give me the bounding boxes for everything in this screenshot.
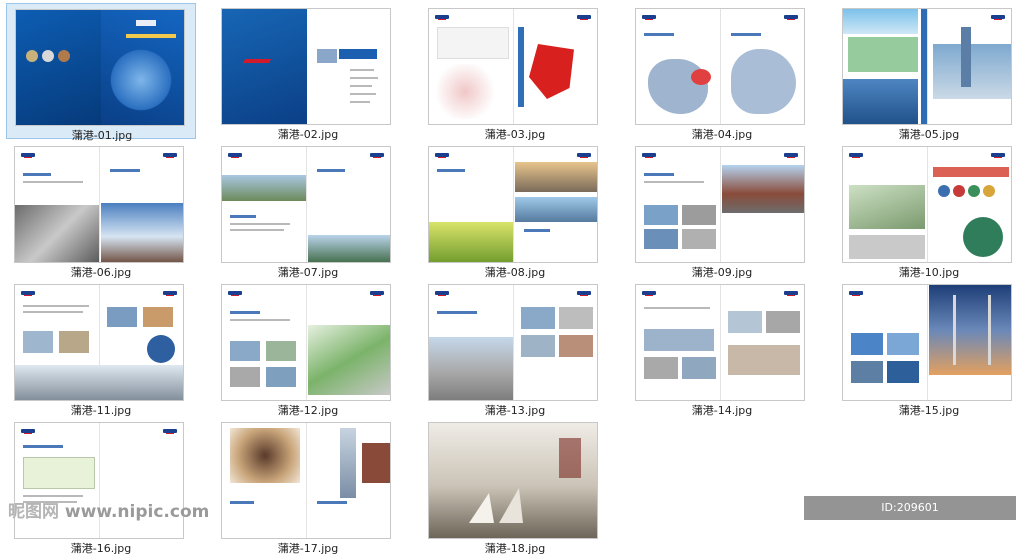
file-name-04: 蒲港-04.jpg xyxy=(691,128,753,141)
file-thumbnail-11 xyxy=(14,284,184,401)
file-thumbnail-08 xyxy=(428,146,598,263)
file-thumbnail-06 xyxy=(14,146,184,263)
file-name-13: 蒲港-13.jpg xyxy=(484,404,546,417)
file-item-10[interactable]: 蒲港-10.jpg xyxy=(834,141,1024,279)
file-name-15: 蒲港-15.jpg xyxy=(898,404,960,417)
file-thumbnail-10 xyxy=(842,146,1012,263)
file-name-11: 蒲港-11.jpg xyxy=(70,404,132,417)
file-name-17: 蒲港-17.jpg xyxy=(277,542,339,555)
file-item-02[interactable]: 蒲港-02.jpg xyxy=(213,3,403,141)
file-name-08: 蒲港-08.jpg xyxy=(484,266,546,279)
file-item-15[interactable]: 蒲港-15.jpg xyxy=(834,279,1024,417)
file-thumbnail-13 xyxy=(428,284,598,401)
file-thumbnail-01 xyxy=(15,9,185,126)
file-name-12: 蒲港-12.jpg xyxy=(277,404,339,417)
file-thumbnail-07 xyxy=(221,146,391,263)
file-name-06: 蒲港-06.jpg xyxy=(70,266,132,279)
nipic-watermark: 昵图网 www.nipic.com xyxy=(8,497,209,522)
file-item-18[interactable]: 蒲港-18.jpg xyxy=(420,417,610,555)
thumbnail-grid: 蒲港-01.jpg 蒲港-02.jpg 蒲港-03.jpg 蒲港-04.jpg … xyxy=(0,0,1024,555)
file-thumbnail-03 xyxy=(428,8,598,125)
file-item-03[interactable]: 蒲港-03.jpg xyxy=(420,3,610,141)
file-item-17[interactable]: 蒲港-17.jpg xyxy=(213,417,403,555)
file-name-05: 蒲港-05.jpg xyxy=(898,128,960,141)
watermark-site-cn: 昵图网 xyxy=(8,502,59,522)
file-item-16[interactable]: 蒲港-16.jpg xyxy=(6,417,196,555)
file-name-09: 蒲港-09.jpg xyxy=(691,266,753,279)
file-name-02: 蒲港-02.jpg xyxy=(277,128,339,141)
file-thumbnail-12 xyxy=(221,284,391,401)
watermark-site-url: www.nipic.com xyxy=(64,502,210,522)
file-item-12[interactable]: 蒲港-12.jpg xyxy=(213,279,403,417)
file-name-16: 蒲港-16.jpg xyxy=(70,542,132,555)
file-name-03: 蒲港-03.jpg xyxy=(484,128,546,141)
file-thumbnail-09 xyxy=(635,146,805,263)
file-item-05[interactable]: 蒲港-05.jpg xyxy=(834,3,1024,141)
file-item-07[interactable]: 蒲港-07.jpg xyxy=(213,141,403,279)
file-thumbnail-04 xyxy=(635,8,805,125)
file-item-01[interactable]: 蒲港-01.jpg xyxy=(6,3,196,142)
file-name-14: 蒲港-14.jpg xyxy=(691,404,753,417)
file-thumbnail-02 xyxy=(221,8,391,125)
file-thumbnail-14 xyxy=(635,284,805,401)
file-item-11[interactable]: 蒲港-11.jpg xyxy=(6,279,196,417)
file-name-07: 蒲港-07.jpg xyxy=(277,266,339,279)
file-thumbnail-15 xyxy=(842,284,1012,401)
file-thumbnail-05 xyxy=(842,8,1012,125)
file-name-10: 蒲港-10.jpg xyxy=(898,266,960,279)
file-name-18: 蒲港-18.jpg xyxy=(484,542,546,555)
file-item-09[interactable]: 蒲港-09.jpg xyxy=(627,141,817,279)
file-thumbnail-18 xyxy=(428,422,598,539)
file-item-14[interactable]: 蒲港-14.jpg xyxy=(627,279,817,417)
file-item-08[interactable]: 蒲港-08.jpg xyxy=(420,141,610,279)
watermark-id-bar: ID:209601 NO:20180701142059958000 xyxy=(804,496,1016,538)
file-item-04[interactable]: 蒲港-04.jpg xyxy=(627,3,817,141)
file-item-13[interactable]: 蒲港-13.jpg xyxy=(420,279,610,417)
file-thumbnail-17 xyxy=(221,422,391,539)
file-item-06[interactable]: 蒲港-06.jpg xyxy=(6,141,196,279)
